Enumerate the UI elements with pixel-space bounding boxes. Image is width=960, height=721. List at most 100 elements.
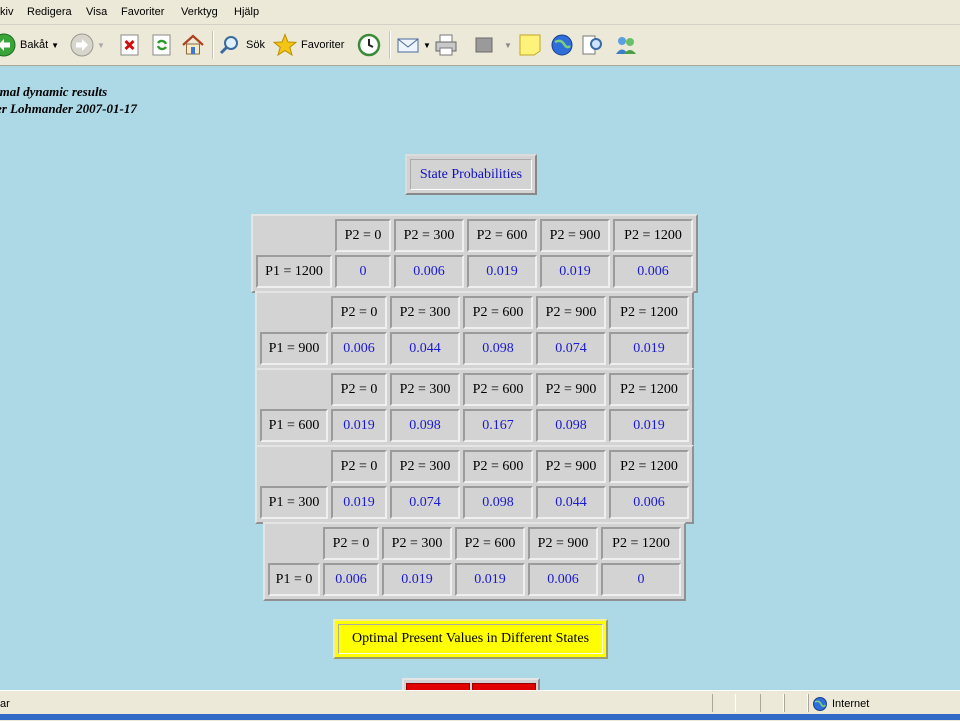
stop-button[interactable] bbox=[118, 29, 142, 61]
print-button[interactable] bbox=[434, 29, 458, 61]
col-header: P2 = 300 bbox=[394, 219, 464, 252]
probability-cell: 0.074 bbox=[536, 332, 606, 365]
research-icon bbox=[582, 35, 602, 55]
home-icon bbox=[182, 34, 204, 55]
probability-cell: 0.006 bbox=[528, 563, 598, 596]
toolbar: Bakåt ▼ ▼ Sök Favoriter ▼ ▼ bbox=[0, 25, 960, 66]
col-header: P2 = 1200 bbox=[609, 450, 689, 483]
messenger-button[interactable] bbox=[550, 29, 574, 61]
mail-button[interactable]: ▼ bbox=[396, 29, 431, 61]
col-header: P2 = 900 bbox=[540, 219, 610, 252]
optimal-present-values-label: Optimal Present Values in Different Stat… bbox=[338, 624, 603, 654]
probability-cell: 0.006 bbox=[331, 332, 387, 365]
optimal-present-values-button[interactable]: Optimal Present Values in Different Stat… bbox=[333, 619, 608, 659]
internet-globe-icon bbox=[813, 697, 827, 711]
table-corner bbox=[260, 296, 328, 329]
page-subtitle: er Lohmander 2007-01-17 bbox=[0, 101, 137, 116]
probability-cell: 0.019 bbox=[382, 563, 452, 596]
refresh-button[interactable] bbox=[150, 29, 174, 61]
probability-cell: 0 bbox=[601, 563, 681, 596]
status-zone-label: Internet bbox=[832, 698, 870, 710]
probability-cell: 0.098 bbox=[463, 332, 533, 365]
status-pane bbox=[784, 694, 808, 712]
forward-arrow-icon bbox=[70, 33, 94, 57]
page-content: imal dynamic results er Lohmander 2007-0… bbox=[0, 66, 960, 690]
research-button[interactable] bbox=[580, 29, 604, 61]
home-button[interactable] bbox=[181, 29, 205, 61]
col-header: P2 = 1200 bbox=[609, 296, 689, 329]
page-title: imal dynamic results bbox=[0, 84, 108, 99]
probability-cell: 0.006 bbox=[394, 255, 464, 288]
state-probabilities-button[interactable]: State Probabilities bbox=[405, 154, 537, 195]
col-header: P2 = 1200 bbox=[601, 527, 681, 560]
row-header: P1 = 300 bbox=[260, 486, 328, 519]
probability-cell: 0.019 bbox=[455, 563, 525, 596]
edit-dropdown-icon[interactable]: ▼ bbox=[504, 41, 512, 50]
probability-table-p1-300: P2 = 0 P2 = 300 P2 = 600 P2 = 900 P2 = 1… bbox=[255, 445, 694, 524]
row-header: P1 = 900 bbox=[260, 332, 328, 365]
row-header: P1 = 0 bbox=[268, 563, 320, 596]
menu-view[interactable]: Visa bbox=[86, 6, 107, 18]
mail-icon bbox=[397, 38, 419, 53]
col-header: P2 = 300 bbox=[390, 296, 460, 329]
red-table-partial bbox=[402, 678, 540, 690]
probability-cell: 0.006 bbox=[613, 255, 693, 288]
probability-cell: 0.019 bbox=[609, 409, 689, 442]
probability-cell: 0.019 bbox=[467, 255, 537, 288]
favorites-button[interactable]: Favoriter bbox=[273, 29, 344, 61]
col-header: P2 = 300 bbox=[390, 373, 460, 406]
contacts-button[interactable] bbox=[614, 29, 638, 61]
col-header: P2 = 300 bbox=[382, 527, 452, 560]
col-header: P2 = 900 bbox=[536, 373, 606, 406]
taskbar-strip bbox=[0, 714, 960, 720]
discuss-button[interactable] bbox=[518, 29, 542, 61]
back-label: Bakåt bbox=[20, 39, 49, 51]
probability-cell: 0.006 bbox=[323, 563, 379, 596]
menu-edit[interactable]: Redigera bbox=[27, 6, 72, 18]
red-cell bbox=[472, 683, 536, 690]
probability-cell: 0.098 bbox=[463, 486, 533, 519]
status-zone-pane bbox=[808, 694, 960, 712]
history-button[interactable] bbox=[357, 29, 381, 61]
back-button[interactable]: Bakåt ▼ bbox=[0, 29, 59, 61]
table-corner bbox=[256, 219, 332, 252]
globe-icon bbox=[551, 34, 573, 56]
red-cell bbox=[406, 683, 470, 690]
menu-help[interactable]: Hjälp bbox=[234, 6, 259, 18]
forward-dropdown-icon[interactable]: ▼ bbox=[97, 41, 105, 50]
status-text: ar bbox=[0, 698, 10, 710]
probability-cell: 0.074 bbox=[390, 486, 460, 519]
probability-table-p1-0: P2 = 0 P2 = 300 P2 = 600 P2 = 900 P2 = 1… bbox=[263, 522, 686, 601]
col-header: P2 = 0 bbox=[331, 296, 387, 329]
refresh-icon bbox=[152, 34, 171, 56]
stop-icon bbox=[120, 34, 139, 56]
col-header: P2 = 0 bbox=[323, 527, 379, 560]
status-pane bbox=[760, 694, 784, 712]
col-header: P2 = 600 bbox=[463, 296, 533, 329]
favorites-label: Favoriter bbox=[301, 39, 345, 51]
menu-bar: kiv Redigera Visa Favoriter Verktyg Hjäl… bbox=[0, 0, 960, 25]
col-header: P2 = 1200 bbox=[613, 219, 693, 252]
probability-cell: 0.044 bbox=[390, 332, 460, 365]
search-label: Sök bbox=[246, 39, 265, 51]
col-header: P2 = 600 bbox=[463, 450, 533, 483]
menu-favorites[interactable]: Favoriter bbox=[121, 6, 164, 18]
probability-table-p1-600: P2 = 0 P2 = 300 P2 = 600 P2 = 900 P2 = 1… bbox=[255, 368, 694, 447]
col-header: P2 = 600 bbox=[467, 219, 537, 252]
search-button[interactable]: Sök bbox=[218, 29, 265, 61]
probability-cell: 0.044 bbox=[536, 486, 606, 519]
back-dropdown-icon[interactable]: ▼ bbox=[51, 41, 59, 50]
probability-cell: 0.019 bbox=[331, 486, 387, 519]
col-header: P2 = 900 bbox=[536, 296, 606, 329]
note-icon bbox=[519, 34, 541, 56]
edit-button[interactable]: ▼ bbox=[472, 29, 512, 61]
menu-tools[interactable]: Verktyg bbox=[181, 6, 218, 18]
mail-dropdown-icon[interactable]: ▼ bbox=[423, 41, 431, 50]
col-header: P2 = 0 bbox=[331, 373, 387, 406]
row-header: P1 = 1200 bbox=[256, 255, 332, 288]
menu-file[interactable]: kiv bbox=[0, 6, 13, 18]
probability-table-p1-900: P2 = 0 P2 = 300 P2 = 600 P2 = 900 P2 = 1… bbox=[255, 291, 694, 370]
probability-cell: 0 bbox=[335, 255, 391, 288]
col-header: P2 = 600 bbox=[455, 527, 525, 560]
forward-button[interactable]: ▼ bbox=[70, 29, 105, 61]
